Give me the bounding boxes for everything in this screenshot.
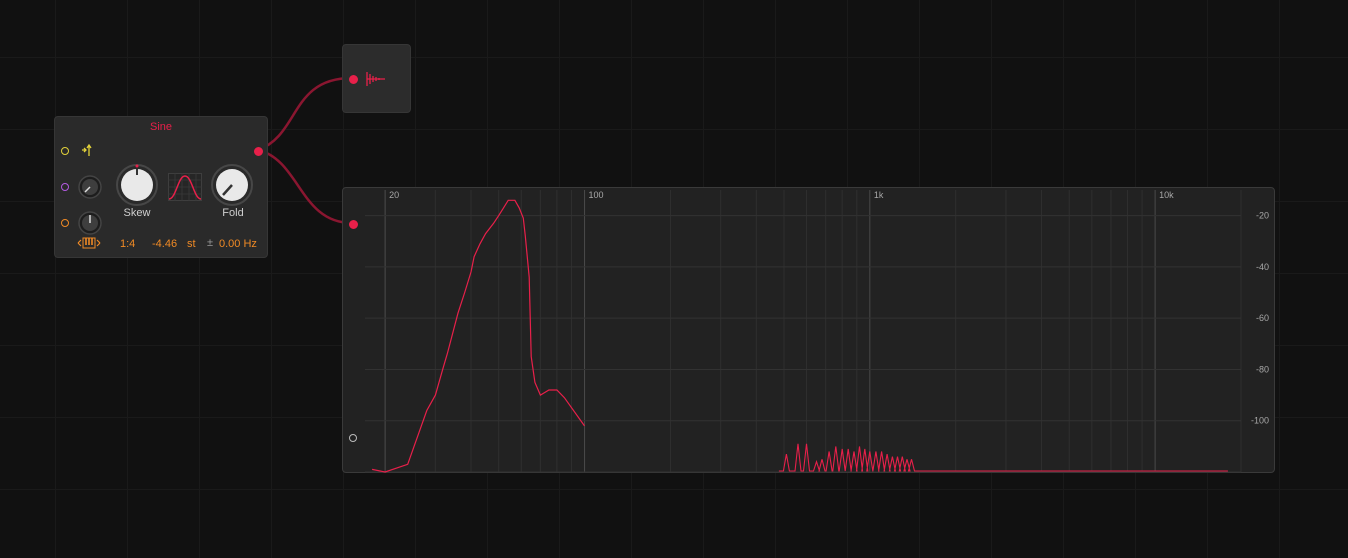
- freq-tick-label: 20: [389, 190, 399, 200]
- plusminus-label: ±: [207, 237, 214, 249]
- spectrum-analyzer-module[interactable]: 20 100 1k 10k -20 -40 -60 -80 -100: [342, 187, 1275, 473]
- modulation-input-port[interactable]: [61, 183, 69, 191]
- sine-oscillator-module[interactable]: Sine Skew Fold 1:4 -4.46 st ± 0.00 Hz: [54, 116, 268, 258]
- fold-knob[interactable]: [210, 163, 254, 207]
- skew-label: Skew: [123, 207, 151, 219]
- harmonics-trace: [778, 443, 1228, 472]
- pitch-readout[interactable]: -4.46: [152, 238, 177, 250]
- db-tick-label: -20: [1256, 211, 1269, 221]
- module-title: Sine: [149, 121, 173, 133]
- ratio-readout[interactable]: 1:4: [120, 238, 135, 250]
- pitch-input-port[interactable]: [61, 219, 69, 227]
- modulation-amount-knob[interactable]: [77, 174, 103, 200]
- waveform-decay-icon: [365, 69, 387, 94]
- spectrum-plot: 20 100 1k 10k -20 -40 -60 -80 -100: [365, 190, 1269, 473]
- cable-to-analyzer[interactable]: [257, 148, 353, 225]
- output-module-input-port[interactable]: [349, 75, 358, 84]
- freq-tick-label: 100: [589, 190, 604, 200]
- cable-to-output[interactable]: [257, 76, 353, 152]
- analyzer-input-port[interactable]: [349, 220, 358, 229]
- freq-tick-label: 10k: [1159, 190, 1174, 200]
- db-tick-label: -40: [1256, 262, 1269, 272]
- db-tick-label: -60: [1256, 313, 1269, 323]
- analyzer-secondary-port[interactable]: [349, 434, 357, 442]
- db-tick-label: -100: [1251, 416, 1269, 426]
- pitch-amount-knob[interactable]: [77, 210, 103, 236]
- pitch-unit: st: [187, 238, 196, 250]
- audio-output-port[interactable]: [254, 147, 263, 156]
- freq-tick-label: 1k: [874, 190, 884, 200]
- db-tick-label: -80: [1256, 364, 1269, 374]
- sine-wave-display-icon: [168, 173, 202, 201]
- keyboard-icon[interactable]: [77, 236, 101, 255]
- spectrum-trace: [371, 199, 585, 473]
- frequency-offset-readout[interactable]: 0.00 Hz: [219, 238, 257, 250]
- fold-label: Fold: [222, 207, 244, 219]
- skew-knob[interactable]: [115, 163, 159, 207]
- output-module[interactable]: [342, 44, 411, 113]
- trigger-input-port[interactable]: [61, 147, 69, 155]
- trigger-arrow-icon: [81, 143, 93, 163]
